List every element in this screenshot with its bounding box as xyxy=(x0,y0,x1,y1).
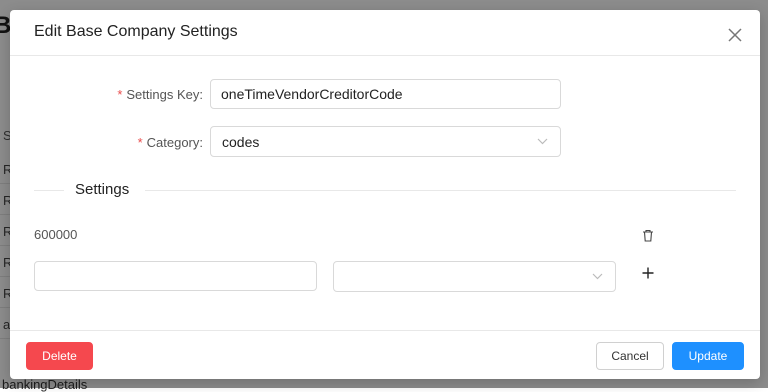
close-icon[interactable] xyxy=(728,28,742,42)
update-button[interactable]: Update xyxy=(672,342,744,370)
delete-button[interactable]: Delete xyxy=(26,342,93,370)
required-mark: * xyxy=(117,87,123,102)
settings-key-label: * Settings Key: xyxy=(117,87,203,102)
plus-icon[interactable] xyxy=(642,267,654,279)
category-select-value: codes xyxy=(222,134,260,150)
modal-header: Edit Base Company Settings xyxy=(10,10,760,56)
settings-key-label-text: Settings Key xyxy=(126,87,200,102)
category-select[interactable]: codes xyxy=(210,126,561,157)
trash-icon[interactable] xyxy=(642,229,654,242)
setting-item-value: 600000 xyxy=(34,227,78,242)
modal-title: Edit Base Company Settings xyxy=(34,23,238,40)
category-label-text: Category xyxy=(146,135,200,150)
category-label: * Category: xyxy=(137,135,203,150)
settings-section-title: Settings xyxy=(75,181,130,198)
new-setting-value-input[interactable] xyxy=(34,261,317,291)
edit-settings-modal: Edit Base Company Settings * Settings Key… xyxy=(10,10,760,379)
cancel-button[interactable]: Cancel xyxy=(596,342,664,370)
section-divider-left xyxy=(34,190,64,191)
required-mark: * xyxy=(137,135,143,150)
settings-key-input[interactable] xyxy=(210,79,561,109)
chevron-down-icon xyxy=(592,273,603,280)
section-divider-right xyxy=(145,190,736,191)
modal-footer: Delete Cancel Update xyxy=(10,330,760,379)
new-setting-select[interactable] xyxy=(333,261,616,292)
chevron-down-icon xyxy=(537,138,548,145)
